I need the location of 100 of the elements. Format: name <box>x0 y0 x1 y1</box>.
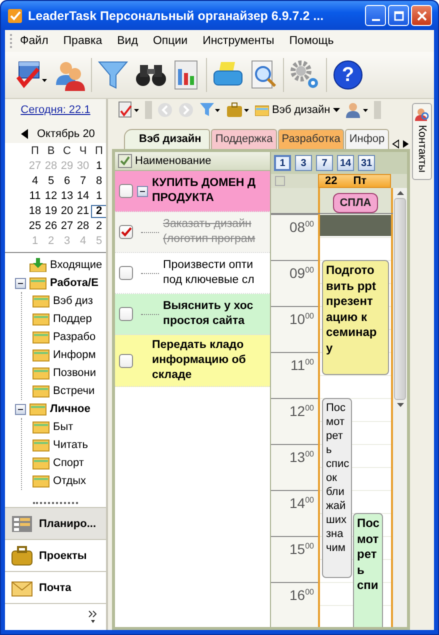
tree-item[interactable]: Личное <box>50 403 90 415</box>
tree-item[interactable]: Работа/Е <box>50 277 98 289</box>
calendar-day[interactable]: 12 <box>43 190 59 203</box>
task-row[interactable]: КУПИТЬ ДОМЕН Д ПРОДУКТА <box>115 171 270 212</box>
hour-label: 11$^{00}$ <box>290 357 314 375</box>
hour-label: 16$^{00}$ <box>290 587 314 605</box>
folder-icon <box>29 276 47 290</box>
task-row[interactable]: Передать кладо информацию об складе <box>115 335 270 387</box>
menu-item[interactable]: Вид <box>117 35 138 47</box>
tree-item[interactable]: Спорт <box>53 457 84 469</box>
calendar-event[interactable]: Подгото вить ppt презент ацию к семинар у <box>322 260 389 375</box>
scrollbar[interactable] <box>393 188 407 627</box>
calendar-day[interactable]: 2 <box>91 220 106 233</box>
collapse-toggle[interactable] <box>137 186 148 196</box>
menu-item[interactable]: Помощь <box>289 35 334 47</box>
toolbar-grip[interactable] <box>374 101 382 119</box>
minimize-button[interactable] <box>365 5 386 26</box>
tab[interactable]: Вэб дизайн <box>124 129 210 149</box>
calendar-day[interactable]: 25 <box>27 220 43 233</box>
task-dropdown-icon[interactable] <box>118 101 140 119</box>
contacts-tab[interactable]: Контакты <box>412 103 432 180</box>
weekday-label: С <box>62 145 72 158</box>
tree-item[interactable]: Отдых <box>53 475 86 487</box>
calendar-day[interactable]: 6 <box>59 175 75 188</box>
tree-item[interactable]: Читать <box>53 439 88 451</box>
time-band <box>320 214 391 236</box>
checkbox[interactable] <box>119 354 133 368</box>
calendar-day[interactable]: 21 <box>75 205 91 218</box>
day-scale-button[interactable]: 31 <box>358 155 375 171</box>
filter-dropdown-icon[interactable] <box>199 102 221 118</box>
print-preview-icon[interactable] <box>249 59 279 91</box>
menu-item[interactable]: Опции <box>152 35 188 47</box>
task-title: Произвести опти под ключевые сл <box>163 258 254 288</box>
checkbox[interactable] <box>119 225 133 239</box>
checkbox[interactable] <box>119 307 133 321</box>
tree-item[interactable]: Встречи <box>53 385 95 397</box>
toolbar-grip[interactable] <box>145 101 152 119</box>
menu-item[interactable]: Файл <box>20 35 48 47</box>
filter-icon[interactable] <box>96 59 130 91</box>
tree-item[interactable]: Информ <box>53 349 96 361</box>
tab-left-icon[interactable] <box>392 139 400 149</box>
task-row[interactable]: Выяснить у хос простоя сайта <box>115 294 270 335</box>
help-icon[interactable]: ? <box>331 59 365 91</box>
calendar-day[interactable]: 26 <box>43 220 59 233</box>
close-button[interactable] <box>411 5 432 26</box>
calendar-day[interactable]: 27 <box>59 220 75 233</box>
calendar-event[interactable]: Пос мот рет ь спис ок бли жай ших зна чим <box>322 398 352 578</box>
month-label: Октябрь 20 <box>37 128 95 140</box>
people-icon[interactable] <box>53 59 87 91</box>
menu-item[interactable]: Правка <box>63 35 102 47</box>
checkbox[interactable] <box>119 184 133 198</box>
nav-button[interactable]: Планиро... <box>5 507 106 539</box>
calendar-day[interactable]: 11 <box>27 190 43 203</box>
scroll-up-icon[interactable] <box>396 191 404 195</box>
folder-icon <box>32 330 50 344</box>
calendar-event[interactable]: Пос мот рет ь спи <box>353 513 383 627</box>
person-dropdown-icon[interactable] <box>345 102 370 118</box>
calendar-day[interactable]: 2 <box>91 205 106 218</box>
tab[interactable]: Поддержка <box>211 129 277 149</box>
tree-item[interactable]: Поддер <box>53 313 92 325</box>
project-dropdown[interactable]: Вэб дизайн <box>255 104 340 116</box>
tree-item[interactable]: Разрабо <box>53 331 96 343</box>
calendar-day[interactable]: 28 <box>75 220 91 233</box>
all-day-event[interactable]: СПЛА <box>332 193 378 213</box>
calendar-day[interactable]: 4 <box>27 175 43 188</box>
tree-item[interactable]: Позвони <box>53 367 96 379</box>
tree-item[interactable]: Входящие <box>50 259 102 271</box>
folder-icon <box>29 402 47 416</box>
chevron-icon[interactable] <box>88 610 98 624</box>
calendar-day[interactable]: 14 <box>75 190 91 203</box>
calendar-day[interactable]: 7 <box>75 175 91 188</box>
day-header[interactable]: 22 Пт <box>318 174 391 188</box>
tab[interactable]: Разработка <box>278 129 344 149</box>
checkbox[interactable] <box>119 266 133 280</box>
day-scale-button[interactable]: 1 <box>274 155 291 171</box>
previous-month-icon[interactable] <box>21 129 29 139</box>
menu-item[interactable]: Инструменты <box>202 35 274 47</box>
calendar-day[interactable]: 8 <box>91 175 106 188</box>
calendar-day[interactable]: 13 <box>59 190 75 203</box>
scroll-down-icon[interactable] <box>396 403 404 407</box>
day-scale-button[interactable]: 14 <box>337 155 354 171</box>
day-scale-button[interactable]: 3 <box>295 155 312 171</box>
calendar-day[interactable]: 5 <box>43 175 59 188</box>
briefcase-dropdown-icon[interactable] <box>226 102 250 118</box>
tab-right-icon[interactable] <box>402 139 410 149</box>
calendar-day[interactable]: 18 <box>27 205 43 218</box>
tree-item[interactable]: Вэб диз <box>53 295 93 307</box>
calendar-day[interactable]: 20 <box>59 205 75 218</box>
calendar-day[interactable]: 1 <box>91 160 106 173</box>
maximize-button[interactable] <box>388 5 409 26</box>
collapse-toggle[interactable] <box>15 278 26 288</box>
collapse-toggle[interactable] <box>15 404 26 414</box>
calendar-day[interactable]: 1 <box>91 190 106 203</box>
tab[interactable]: Инфор <box>345 129 389 149</box>
day-scale-button[interactable]: 7 <box>316 155 333 171</box>
task-list-icon[interactable] <box>15 59 49 91</box>
calendar-day[interactable]: 19 <box>43 205 59 218</box>
column-header[interactable]: Наименование <box>115 152 270 171</box>
tree-item[interactable]: Быт <box>53 421 74 433</box>
task-title: КУПИТЬ ДОМЕН Д ПРОДУКТА <box>152 176 256 206</box>
